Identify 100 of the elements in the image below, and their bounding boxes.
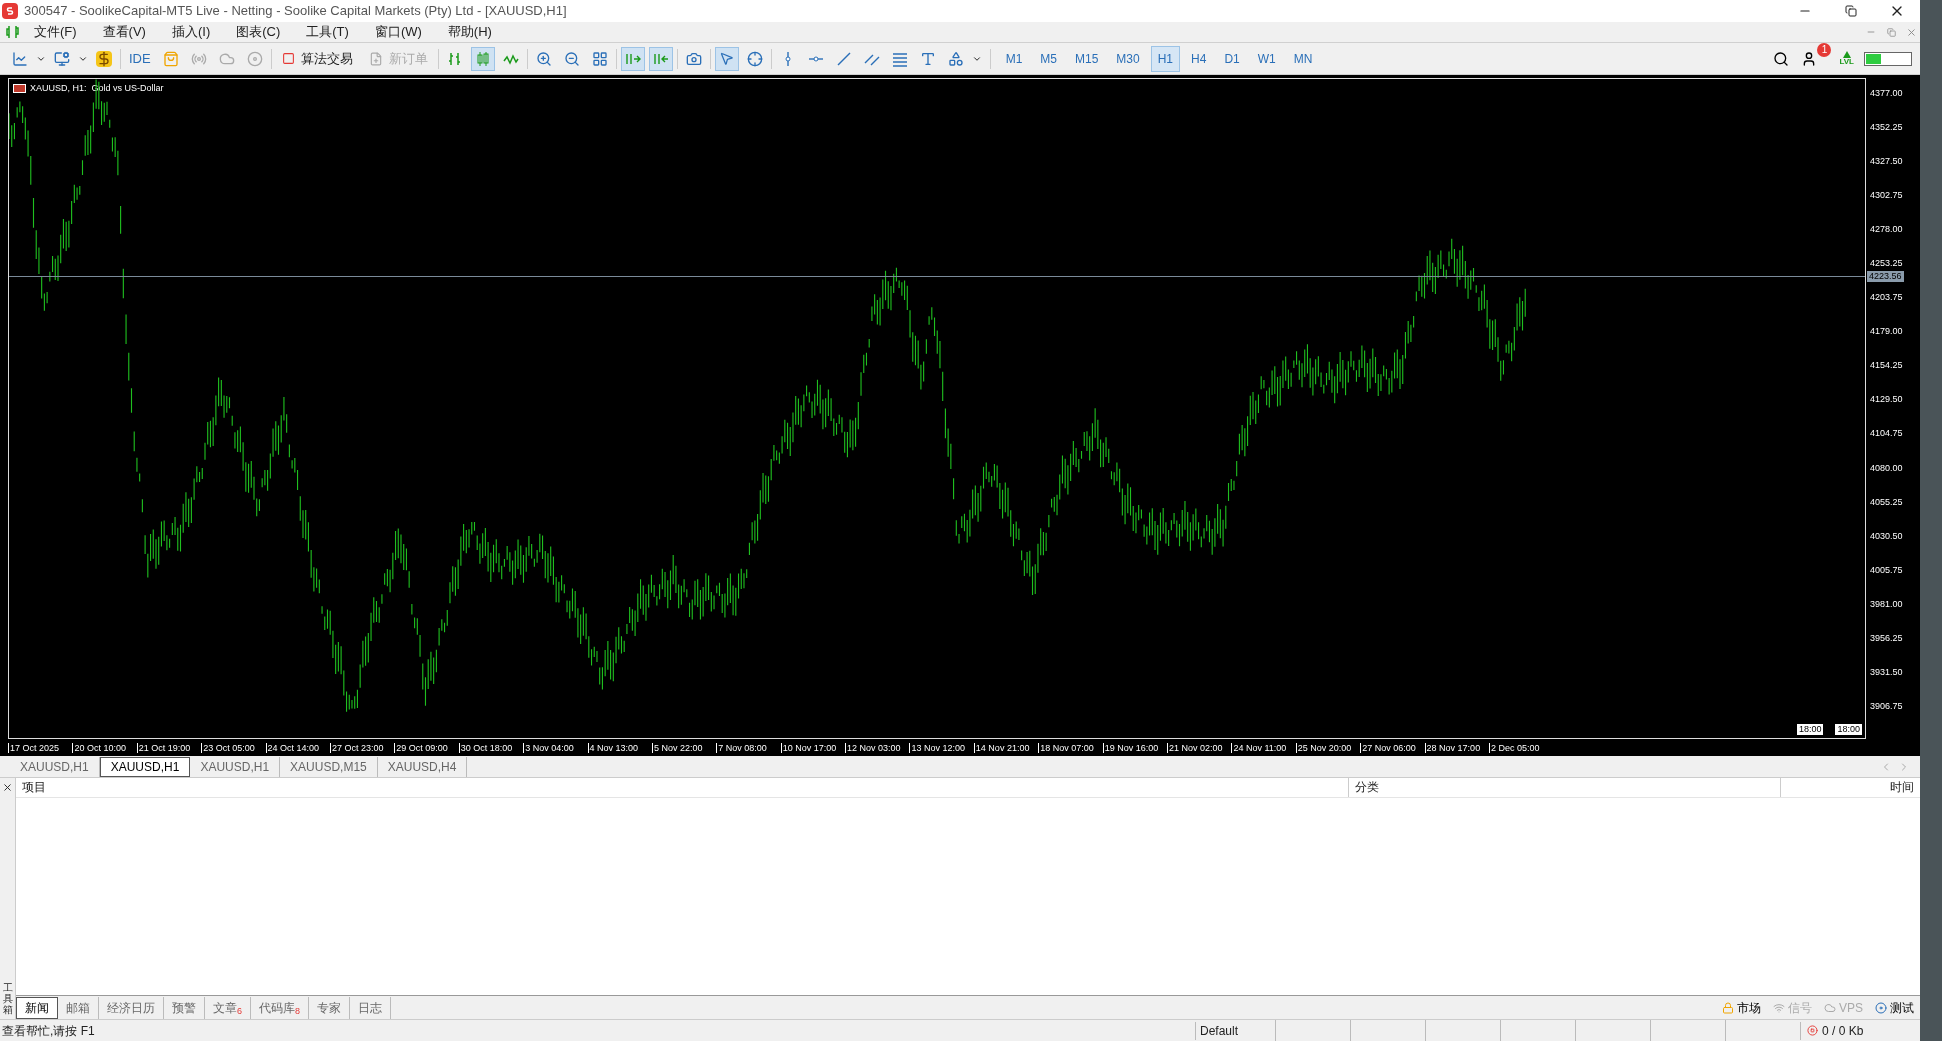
camera-icon[interactable] bbox=[685, 50, 702, 67]
time-axis-label: 2 Dec 05:00 bbox=[1489, 742, 1554, 753]
document-plus-icon bbox=[368, 51, 383, 66]
toolbox-tab[interactable]: 新闻 bbox=[16, 996, 58, 1019]
period-separator-label: 18:00 bbox=[1795, 723, 1825, 736]
timeframe-button[interactable]: M1 bbox=[998, 45, 1030, 72]
line-chart-icon[interactable] bbox=[12, 50, 28, 67]
price-axis-label: 4005.75 bbox=[1869, 564, 1904, 575]
candlestick-icon[interactable] bbox=[470, 46, 495, 71]
zoom-out-icon[interactable] bbox=[563, 50, 580, 67]
time-axis-label: 24 Nov 11:00 bbox=[1231, 742, 1296, 753]
grid-icon[interactable] bbox=[591, 50, 608, 67]
price-axis-label: 4080.00 bbox=[1869, 462, 1904, 473]
menu-item[interactable]: 窗口(W) bbox=[362, 22, 434, 42]
signal-icon bbox=[1773, 1001, 1785, 1014]
column-header[interactable]: 项目 bbox=[16, 778, 1349, 797]
toolbox-link[interactable]: 测试 bbox=[1869, 998, 1920, 1017]
timeframe-button[interactable]: H4 bbox=[1184, 45, 1214, 72]
status-help-text: 查看帮忙,请按 F1 bbox=[1, 1022, 96, 1040]
time-axis-label: 25 Nov 20:00 bbox=[1295, 742, 1361, 753]
toolbox-tab[interactable]: 专家 bbox=[309, 996, 351, 1019]
time-axis-label: 3 Nov 04:00 bbox=[523, 742, 588, 753]
period-separator-label: 18:00 bbox=[1834, 723, 1863, 736]
time-axis-label: 30 Oct 18:00 bbox=[458, 742, 524, 753]
menu-item[interactable]: 查看(V) bbox=[90, 22, 158, 42]
price-axis-label: 4327.50 bbox=[1869, 156, 1904, 167]
dollar-icon[interactable] bbox=[96, 50, 112, 67]
restore-icon[interactable] bbox=[1845, 5, 1857, 17]
timeframe-button[interactable]: W1 bbox=[1250, 45, 1283, 72]
price-axis-label: 4377.00 bbox=[1869, 88, 1904, 98]
crosshair-icon[interactable] bbox=[746, 50, 763, 67]
menu-item[interactable]: 文件(F) bbox=[22, 22, 89, 42]
chart-title: XAUUSD, H1: Gold vs US-Dollar bbox=[30, 82, 164, 95]
menu-item[interactable]: 插入(I) bbox=[159, 22, 223, 42]
shapes-icon[interactable] bbox=[947, 50, 964, 67]
auto-scroll-icon[interactable] bbox=[620, 46, 645, 71]
time-axis-label: 21 Oct 19:00 bbox=[136, 742, 202, 753]
fibonacci-icon[interactable] bbox=[891, 50, 908, 67]
time-axis-label: 23 Oct 05:00 bbox=[201, 742, 266, 753]
toolbox-tab[interactable]: 日志 bbox=[350, 996, 392, 1019]
level-label: LVL bbox=[1839, 58, 1854, 66]
timeframe-button[interactable]: H1 bbox=[1150, 45, 1181, 72]
search-icon[interactable] bbox=[1773, 50, 1790, 67]
flag-icon bbox=[13, 84, 26, 94]
toolbox-link[interactable]: 市场 bbox=[1716, 998, 1767, 1017]
chart-tab[interactable]: XAUUSD,H4 bbox=[377, 756, 468, 777]
timeframe-button[interactable]: M5 bbox=[1033, 45, 1064, 72]
trend-line-icon[interactable] bbox=[835, 50, 852, 67]
ide-button[interactable]: IDE bbox=[125, 48, 155, 69]
timeframe-button[interactable]: D1 bbox=[1217, 45, 1247, 72]
current-price-label: 4223.56 bbox=[1867, 271, 1904, 282]
text-icon[interactable] bbox=[919, 50, 936, 67]
timeframe-button[interactable]: M30 bbox=[1109, 45, 1147, 72]
time-axis-label: 24 Oct 14:00 bbox=[265, 742, 330, 753]
algo-trading-button[interactable]: 算法交易 bbox=[275, 46, 359, 71]
price-axis-label: 4129.50 bbox=[1869, 394, 1904, 405]
up-arrow-icon bbox=[1842, 51, 1851, 58]
cursor-icon[interactable] bbox=[714, 46, 739, 71]
time-axis-label: 29 Oct 09:00 bbox=[394, 742, 459, 753]
time-axis-label: 13 Nov 12:00 bbox=[909, 742, 974, 753]
zoom-in-icon[interactable] bbox=[535, 50, 552, 67]
toolbox-tab[interactable]: 邮箱 bbox=[58, 996, 99, 1019]
time-axis-label: 14 Nov 21:00 bbox=[973, 742, 1039, 753]
window-title: 300547 - SoolikeCapital-MT5 Live - Netting - Soolike Capital Markets (Pty) Ltd - [XAUUSD,H1] bbox=[24, 2, 567, 21]
close-panel-icon[interactable] bbox=[2, 782, 13, 793]
chart-icon bbox=[6, 25, 20, 39]
chart-tab[interactable]: XAUUSD,H1 bbox=[10, 756, 100, 777]
chart-tab[interactable]: XAUUSD,M15 bbox=[280, 756, 378, 777]
time-axis-label: 19 Nov 16:00 bbox=[1102, 742, 1168, 753]
chart-tab[interactable]: XAUUSD,H1 bbox=[99, 756, 191, 777]
price-axis-label: 4055.25 bbox=[1869, 496, 1904, 507]
time-axis-label: 10 Nov 17:00 bbox=[780, 742, 846, 753]
stop-icon bbox=[1807, 1025, 1818, 1036]
time-axis-label: 7 Nov 08:00 bbox=[716, 742, 781, 753]
status-profile: Default bbox=[1195, 1021, 1275, 1040]
toolbox-tab[interactable]: 经济日历 bbox=[99, 996, 164, 1019]
chart-shift-icon[interactable] bbox=[648, 46, 673, 71]
time-axis-label: 20 Oct 10:00 bbox=[72, 742, 137, 753]
column-header[interactable]: 分类 bbox=[1349, 778, 1781, 797]
menu-item[interactable]: 图表(C) bbox=[224, 22, 293, 42]
bar-chart-icon[interactable] bbox=[446, 50, 463, 67]
timeframe-button[interactable]: MN bbox=[1286, 45, 1320, 72]
time-axis-label: 18 Nov 07:00 bbox=[1038, 742, 1103, 753]
menu-item[interactable]: 帮助(H) bbox=[435, 22, 504, 42]
chart-area[interactable]: XAUUSD, H1: Gold vs US-Dollar 18:00 18:00 bbox=[8, 78, 1866, 739]
price-axis-label: 3931.50 bbox=[1869, 666, 1904, 677]
timeframe-button[interactable]: M15 bbox=[1068, 45, 1106, 72]
chart-template-icon[interactable] bbox=[54, 50, 70, 67]
price-axis-label: 4352.25 bbox=[1869, 122, 1904, 133]
time-axis-label: 21 Nov 02:00 bbox=[1167, 742, 1232, 753]
time-axis-label: 27 Oct 23:00 bbox=[329, 742, 395, 753]
column-header[interactable]: 时间 bbox=[1781, 778, 1920, 797]
time-axis-label: 28 Nov 17:00 bbox=[1424, 742, 1489, 753]
time-axis-label: 4 Nov 13:00 bbox=[587, 742, 652, 753]
menu-item[interactable]: 工具(T) bbox=[294, 22, 361, 42]
toolbox-tab[interactable]: 预警 bbox=[164, 996, 205, 1019]
time-axis-label: 27 Nov 06:00 bbox=[1360, 742, 1425, 753]
chart-tab[interactable]: XAUUSD,H1 bbox=[190, 756, 281, 777]
price-axis-label: 3981.00 bbox=[1869, 598, 1904, 609]
price-axis-label: 4253.25 bbox=[1869, 258, 1904, 269]
